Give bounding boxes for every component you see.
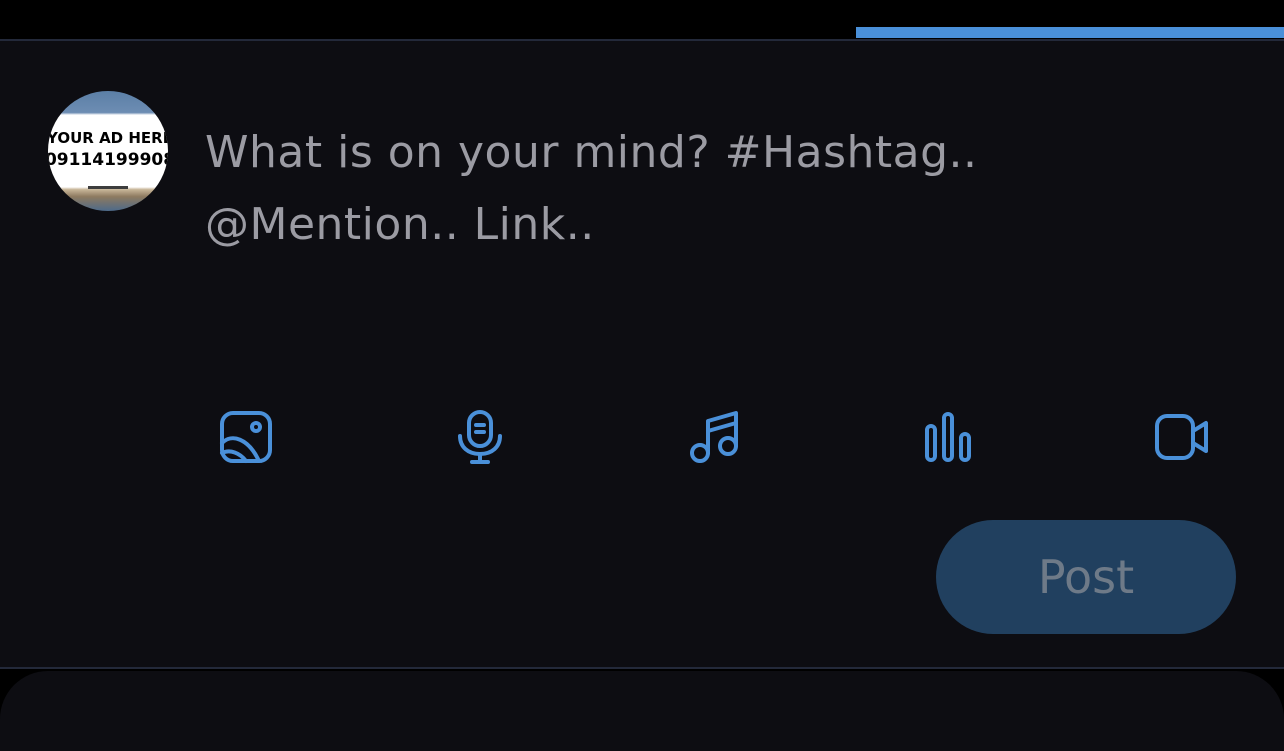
poll-icon[interactable] — [920, 409, 976, 465]
avatar-ad-text: YOUR AD HERE — [48, 129, 168, 147]
video-camera-icon[interactable] — [1154, 409, 1210, 465]
placeholder-line-1: What is on your mind? #Hashtag.. — [205, 127, 978, 178]
post-text-input[interactable]: What is on your mind? #Hashtag.. @Mentio… — [205, 117, 1205, 261]
avatar-phone-text: 09114199908 — [48, 150, 168, 170]
placeholder-line-2: @Mention.. Link.. — [205, 199, 595, 250]
avatar-stripe — [88, 186, 128, 189]
top-bar — [0, 0, 1284, 40]
microphone-icon[interactable] — [452, 409, 508, 465]
image-icon[interactable] — [218, 409, 274, 465]
music-note-icon[interactable] — [686, 409, 742, 465]
post-composer: YOUR AD HERE 09114199908 What is on your… — [0, 39, 1284, 669]
next-card — [0, 671, 1284, 751]
avatar[interactable]: YOUR AD HERE 09114199908 — [48, 91, 168, 211]
post-button[interactable]: Post — [936, 520, 1236, 634]
upload-progress-bar — [856, 27, 1284, 38]
